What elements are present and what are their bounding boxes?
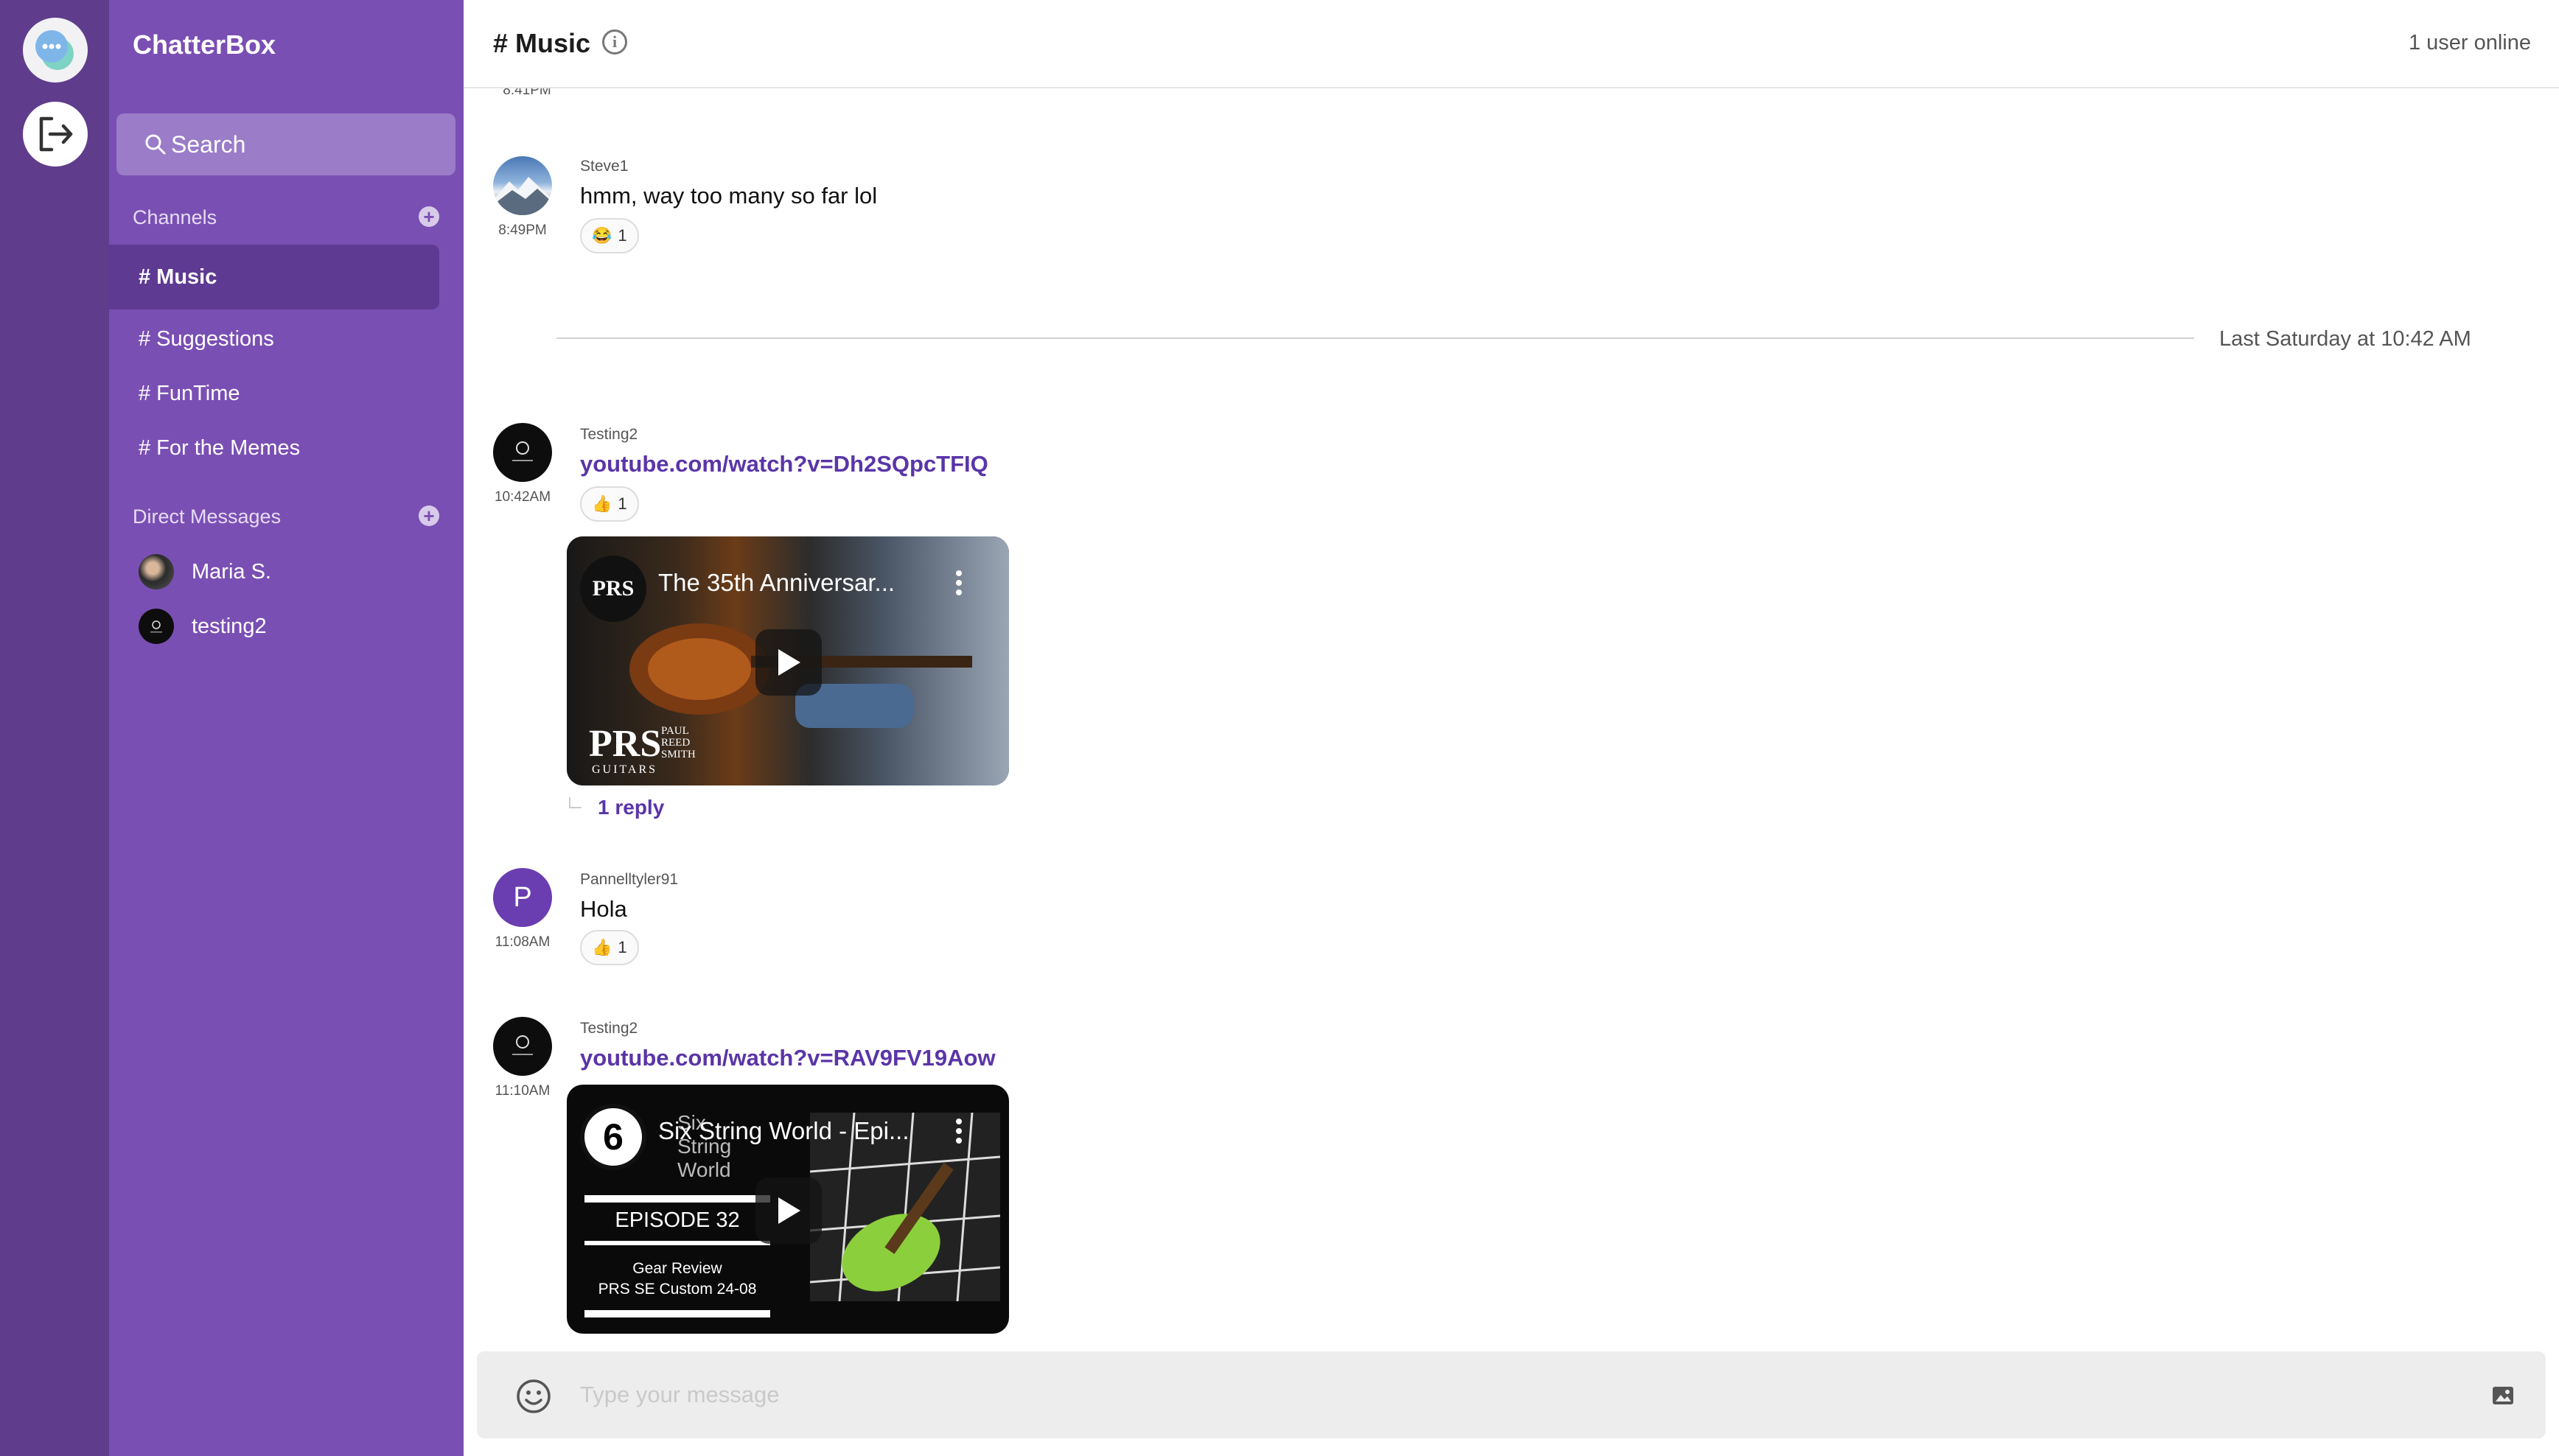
avatar — [139, 609, 174, 644]
chat-main: 8:41PM 8:49PM Steve1 hmm, way too many s… — [464, 0, 2559, 1456]
divider-bar — [584, 1241, 770, 1245]
message-text: Hola — [580, 896, 627, 922]
info-icon[interactable]: i — [602, 29, 627, 55]
message-time: 11:10AM — [495, 1083, 551, 1099]
date-divider-line — [556, 337, 2194, 339]
avatar — [493, 423, 552, 482]
logout-icon[interactable] — [23, 102, 88, 167]
channel-header: # Music i 1 user online — [464, 0, 2559, 88]
reaction-badge[interactable]: 👍 1 — [580, 486, 639, 522]
channel-for-the-memes[interactable]: # For the Memes — [109, 416, 439, 480]
chat-bubbles-icon[interactable] — [23, 18, 88, 83]
dm-label: testing2 — [192, 614, 267, 638]
message-list[interactable]: 8:41PM 8:49PM Steve1 hmm, way too many s… — [464, 0, 2559, 1348]
message-composer — [477, 1351, 2546, 1438]
message-link[interactable]: youtube.com/watch?v=RAV9FV19Aow — [580, 1045, 996, 1071]
channels-heading: Channels — [133, 206, 217, 228]
avatar — [493, 156, 552, 215]
page-title: # Music — [493, 28, 591, 58]
message-input[interactable] — [580, 1373, 2423, 1416]
video-review-line2: PRS SE Custom 24-08 — [598, 1281, 757, 1298]
message-author[interactable]: Steve1 — [580, 158, 628, 175]
message-text: hmm, way too many so far lol — [580, 183, 878, 209]
more-vertical-icon[interactable] — [956, 570, 962, 595]
online-status: 1 user online — [2408, 31, 2531, 55]
app-title: ChatterBox — [133, 29, 276, 60]
laughing-emoji-icon: 😂 — [592, 226, 612, 245]
message-time: 10:42AM — [494, 489, 551, 505]
avatar — [493, 1017, 552, 1076]
avatar — [139, 554, 174, 589]
divider-bar — [584, 1195, 770, 1203]
search-box[interactable] — [116, 113, 455, 175]
reaction-badge[interactable]: 👍 1 — [580, 930, 639, 965]
play-icon[interactable] — [755, 1177, 822, 1244]
avatar: P — [493, 868, 552, 927]
message-author[interactable]: Testing2 — [580, 1020, 638, 1037]
message-time: 8:49PM — [498, 223, 547, 238]
video-review-line1: Gear Review — [632, 1260, 722, 1277]
more-vertical-icon[interactable] — [956, 1119, 962, 1144]
thumbs-up-emoji-icon: 👍 — [592, 938, 612, 956]
video-episode: EPISODE 32 — [615, 1208, 740, 1232]
message-author[interactable]: Pannelltyler91 — [580, 871, 678, 889]
reaction-count: 1 — [618, 226, 627, 245]
message-time: 11:08AM — [495, 934, 551, 950]
reaction-count: 1 — [618, 494, 627, 513]
video-brand-sub: GUITARS — [592, 763, 658, 776]
thumbs-up-emoji-icon: 👍 — [592, 494, 612, 513]
search-icon — [145, 134, 166, 155]
add-channel-icon[interactable]: + — [419, 206, 439, 227]
reaction-count: 1 — [618, 938, 627, 956]
dm-label: Maria S. — [192, 559, 271, 584]
video-channel-badge: PRS — [580, 556, 646, 622]
search-input[interactable] — [171, 130, 436, 158]
video-channel-badge: 6 — [580, 1104, 646, 1170]
reaction-badge[interactable]: 😂 1 — [580, 218, 639, 253]
channel-music[interactable]: # Music — [109, 245, 439, 309]
video-brand-mark: PRS — [589, 723, 662, 765]
divider-bar — [584, 1310, 770, 1317]
sidebar: ChatterBox Channels + # Music # Suggesti… — [109, 0, 464, 1456]
emoji-icon[interactable] — [515, 1378, 552, 1415]
image-upload-icon[interactable] — [2491, 1384, 2515, 1407]
video-embed[interactable]: 6 Six String World Six String World - Ep… — [567, 1085, 1009, 1334]
dm-testing2[interactable]: testing2 — [139, 609, 267, 644]
video-brand-name: PAUL REED SMITH — [661, 725, 696, 760]
reply-arrow-icon — [569, 797, 582, 808]
dm-maria[interactable]: Maria S. — [139, 554, 271, 589]
date-divider-label: Last Saturday at 10:42 AM — [2219, 327, 2471, 351]
play-icon[interactable] — [755, 629, 822, 696]
video-title: Six String World - Epi... — [658, 1117, 910, 1144]
direct-messages-heading: Direct Messages — [133, 505, 282, 528]
add-dm-icon[interactable]: + — [419, 505, 439, 526]
video-embed[interactable]: PRS The 35th Anniversar... PRS PAUL REED… — [567, 536, 1009, 785]
replies-link[interactable]: 1 reply — [598, 796, 664, 819]
message-author[interactable]: Testing2 — [580, 426, 638, 444]
app-rail — [0, 0, 109, 1456]
message-link[interactable]: youtube.com/watch?v=Dh2SQpcTFIQ — [580, 451, 988, 477]
video-title: The 35th Anniversar... — [658, 569, 896, 596]
